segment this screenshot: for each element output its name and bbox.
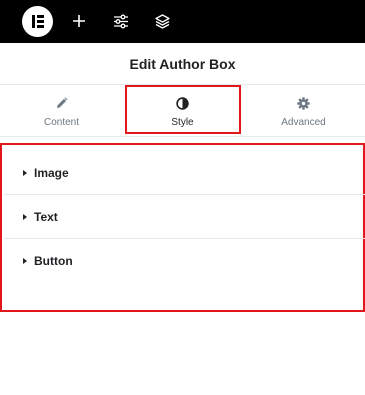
tab-content[interactable]: Content [1, 85, 122, 136]
section-image[interactable]: Image [4, 152, 365, 195]
tab-style-label: Style [171, 117, 194, 128]
layers-icon[interactable] [151, 10, 173, 32]
elementor-logo-icon[interactable] [22, 6, 53, 37]
section-label: Text [34, 210, 58, 224]
tab-style[interactable]: Style [122, 85, 243, 136]
panel-title: Edit Author Box [129, 55, 236, 72]
style-sections-highlight: Image Text Button [0, 143, 365, 312]
half-circle-icon [176, 95, 189, 111]
panel-header: Edit Author Box [0, 43, 365, 85]
panel-tabs: Content Style Advanced [0, 85, 365, 137]
section-text[interactable]: Text [4, 196, 365, 239]
section-label: Image [34, 166, 69, 180]
section-button[interactable]: Button [4, 239, 365, 282]
section-label: Button [34, 253, 73, 268]
tab-advanced[interactable]: Advanced [243, 85, 364, 136]
caret-right-icon [23, 170, 27, 176]
top-toolbar [0, 0, 365, 43]
tab-advanced-label: Advanced [281, 117, 326, 128]
pencil-icon [55, 95, 68, 111]
plus-icon[interactable] [68, 10, 90, 32]
gear-icon [297, 95, 310, 111]
tab-content-label: Content [43, 117, 80, 128]
caret-right-icon [23, 214, 27, 220]
caret-right-icon [23, 257, 27, 264]
sliders-icon[interactable] [110, 10, 132, 32]
